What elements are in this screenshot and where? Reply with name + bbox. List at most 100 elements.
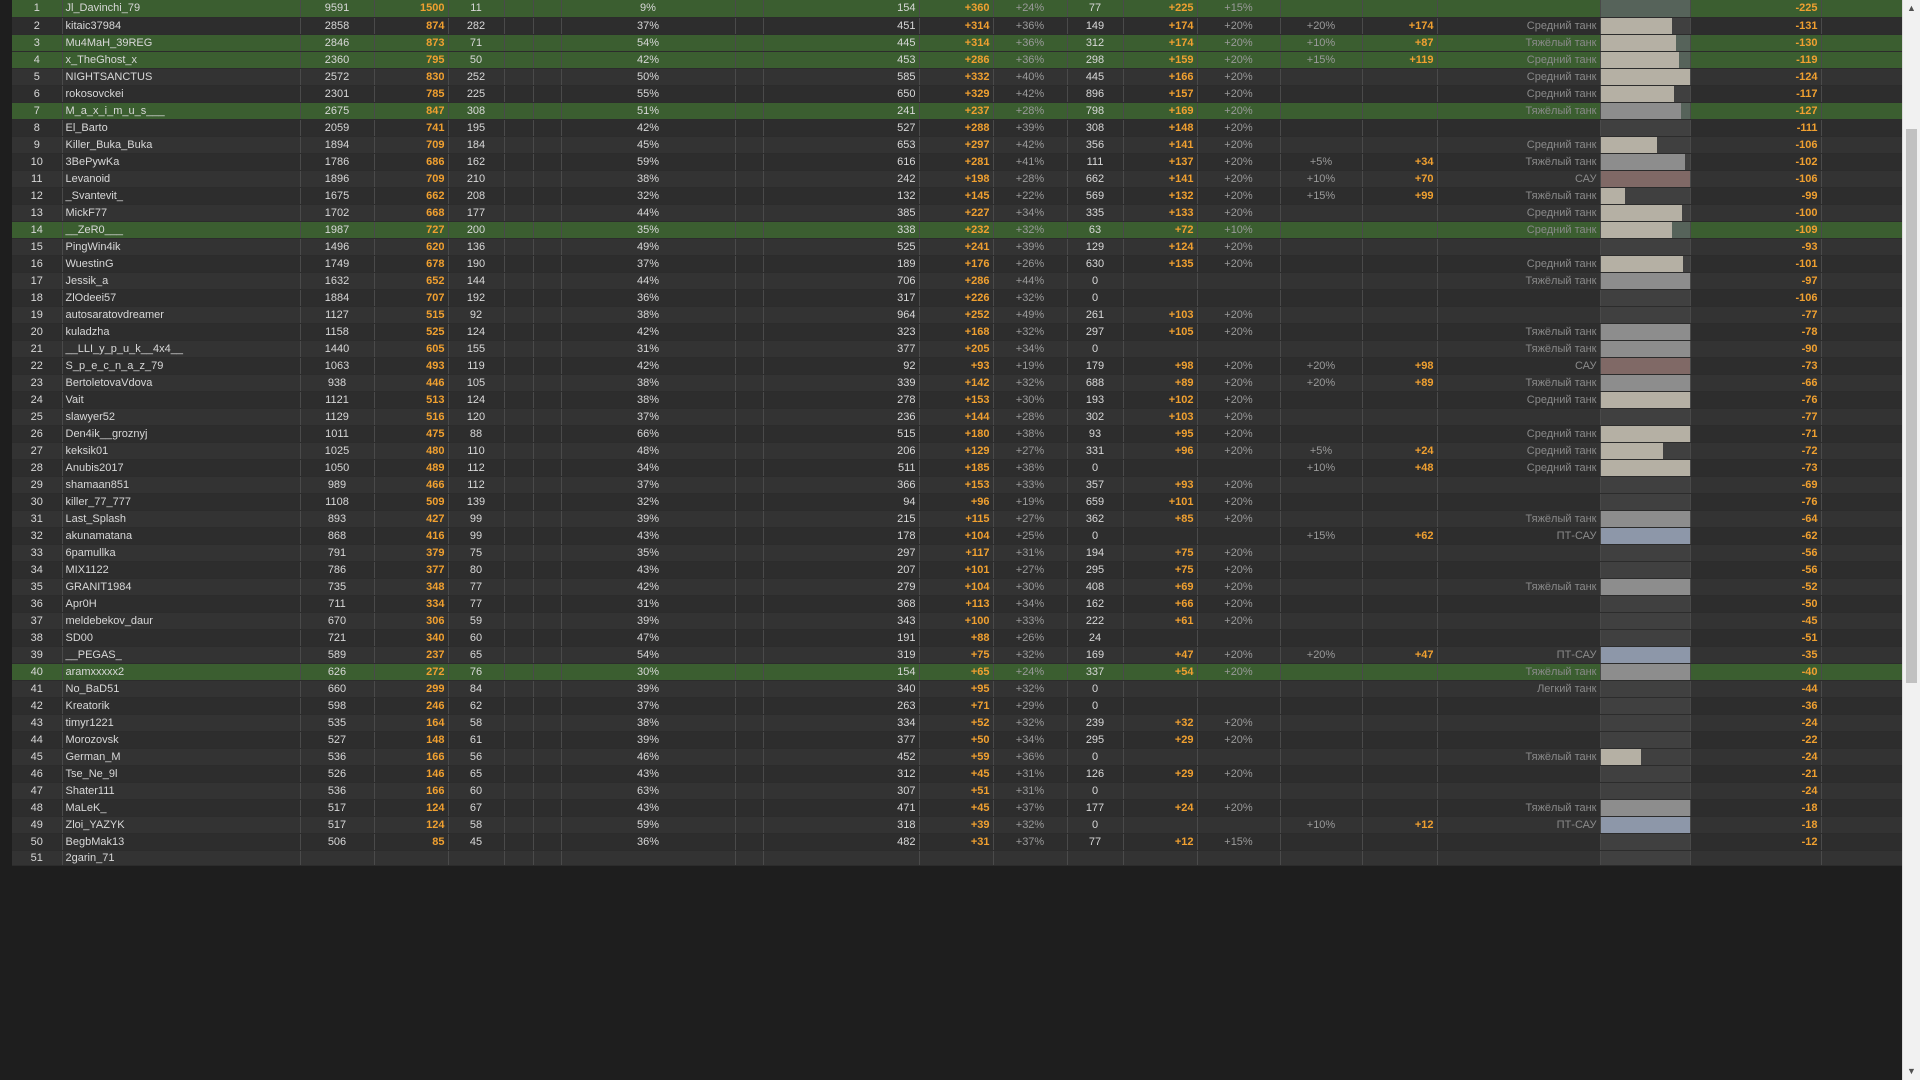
extra-bonus-percent bbox=[1280, 408, 1363, 426]
damage-bonus: +232 bbox=[919, 221, 994, 239]
table-row: 25 slawyer52 1129 516 120 37% 236 +144 +28% 302 +1… bbox=[12, 408, 1920, 426]
empty-cell bbox=[533, 595, 562, 613]
exp-bonus-percent: +20% bbox=[1197, 255, 1281, 273]
vehicle-class: Средний танк bbox=[1437, 51, 1601, 69]
exp-bonus bbox=[1123, 340, 1198, 358]
scroll-thumb[interactable] bbox=[1906, 128, 1917, 684]
damage-bonus-percent: +26% bbox=[993, 629, 1068, 647]
class-bar-fill bbox=[1600, 391, 1689, 407]
extra-bonus-percent bbox=[1280, 561, 1363, 579]
extra-bonus bbox=[1362, 306, 1438, 324]
class-bar-fill bbox=[1600, 799, 1689, 815]
empty-cell bbox=[533, 578, 562, 596]
player-name: MaLeK_ bbox=[62, 799, 301, 817]
scroll-up-arrow-icon[interactable]: ▲ bbox=[1903, 0, 1920, 17]
exp-value: 0 bbox=[1067, 272, 1124, 290]
damage-bonus: +100 bbox=[919, 612, 994, 630]
vehicle-class-bar bbox=[1600, 595, 1691, 613]
exp-value: 337 bbox=[1067, 663, 1124, 681]
row-number: 1 bbox=[12, 0, 63, 18]
vehicle-class-bar bbox=[1600, 34, 1691, 52]
exp-bonus-percent: +20% bbox=[1197, 646, 1281, 664]
damage-value: 334 bbox=[763, 714, 920, 732]
wins-value: 873 bbox=[374, 34, 449, 52]
empty-cell bbox=[533, 289, 562, 307]
percent-value: 46% bbox=[561, 748, 736, 766]
player-name: S_p_e_c_n_a_z_79 bbox=[62, 357, 301, 375]
damage-bonus-percent: +39% bbox=[993, 238, 1068, 256]
damage-bonus-percent: +40% bbox=[993, 68, 1068, 86]
damage-bonus-percent: +33% bbox=[993, 476, 1068, 494]
percent-value: 44% bbox=[561, 204, 736, 222]
exp-bonus-percent: +10% bbox=[1197, 221, 1281, 239]
empty-cell bbox=[533, 187, 562, 205]
battles-value: 527 bbox=[300, 731, 375, 749]
exp-bonus-percent: +20% bbox=[1197, 374, 1281, 392]
empty-cell bbox=[504, 272, 534, 290]
battles-value: 1496 bbox=[300, 238, 375, 256]
class-bar-fill bbox=[1600, 153, 1686, 169]
exp-bonus: +89 bbox=[1123, 374, 1198, 392]
extra-bonus-percent: +10% bbox=[1280, 34, 1363, 52]
empty-cell bbox=[504, 391, 534, 409]
exp-bonus-percent bbox=[1197, 629, 1281, 647]
class-bar-fill bbox=[1600, 442, 1663, 458]
exp-bonus-percent bbox=[1197, 459, 1281, 477]
empty-cell bbox=[735, 442, 764, 460]
damage-bonus: +104 bbox=[919, 578, 994, 596]
percent-value: 36% bbox=[561, 289, 736, 307]
battles-value: 1127 bbox=[300, 306, 375, 324]
wins-value: 427 bbox=[374, 510, 449, 528]
row-number: 4 bbox=[12, 51, 63, 69]
empty-cell bbox=[735, 544, 764, 562]
exp-value: 312 bbox=[1067, 34, 1124, 52]
vehicle-class-bar bbox=[1600, 714, 1691, 732]
damage-value: 366 bbox=[763, 476, 920, 494]
damage-bonus: +286 bbox=[919, 51, 994, 69]
vehicle-class-bar bbox=[1600, 408, 1691, 426]
vehicle-class-bar bbox=[1600, 646, 1691, 664]
table-row: 3 Mu4MaH_39REG 2846 873 71 54% 445 +314 +36% 312 +… bbox=[12, 34, 1920, 52]
penalty-value: -24 bbox=[1690, 782, 1822, 800]
damage-bonus-percent: +27% bbox=[993, 442, 1068, 460]
empty-cell bbox=[533, 221, 562, 239]
table-row: 1 Jl_Davinchi_79 9591 1500 11 9% 154 +360 +24% 77… bbox=[12, 0, 1920, 18]
vehicle-class-bar bbox=[1600, 51, 1691, 69]
empty-cell bbox=[504, 612, 534, 630]
table-row: 40 aramxxxxx2 626 272 76 30% 154 +65 +24% 337 +54 +… bbox=[12, 663, 1920, 681]
battles-value: 2846 bbox=[300, 34, 375, 52]
exp-bonus-percent bbox=[1197, 527, 1281, 545]
vertical-scrollbar[interactable]: ▲ ▼ bbox=[1902, 0, 1920, 1080]
table-row: 9 Killer_Buka_Buka 1894 709 184 45% 653 +297 +42… bbox=[12, 136, 1920, 154]
row-number: 25 bbox=[12, 408, 63, 426]
damage-bonus-percent: +42% bbox=[993, 85, 1068, 103]
class-bar-fill bbox=[1600, 170, 1689, 186]
vehicle-class-bar bbox=[1600, 374, 1691, 392]
row-number: 11 bbox=[12, 170, 63, 188]
percent-value: 30% bbox=[561, 663, 736, 681]
percent-value: 38% bbox=[561, 374, 736, 392]
row-number: 7 bbox=[12, 102, 63, 120]
extra-bonus: +47 bbox=[1362, 646, 1438, 664]
extra-bonus bbox=[1362, 136, 1438, 154]
wins-value: 515 bbox=[374, 306, 449, 324]
vehicle-class-bar bbox=[1600, 765, 1691, 783]
battles-value: 1158 bbox=[300, 323, 375, 341]
empty-cell bbox=[504, 833, 534, 851]
battles-value: 2572 bbox=[300, 68, 375, 86]
frags-value: 282 bbox=[448, 17, 505, 35]
empty-cell bbox=[735, 646, 764, 664]
scroll-down-arrow-icon[interactable]: ▼ bbox=[1903, 1063, 1920, 1080]
frags-value: 99 bbox=[448, 527, 505, 545]
exp-bonus bbox=[1123, 527, 1198, 545]
empty-cell bbox=[533, 799, 562, 817]
extra-bonus-percent bbox=[1280, 289, 1363, 307]
damage-bonus-percent: +29% bbox=[993, 697, 1068, 715]
vehicle-class: ПТ-САУ bbox=[1437, 527, 1601, 545]
damage-value: 445 bbox=[763, 34, 920, 52]
exp-value: 179 bbox=[1067, 357, 1124, 375]
player-name: Morozovsk bbox=[62, 731, 301, 749]
extra-bonus-percent bbox=[1280, 204, 1363, 222]
empty-cell bbox=[533, 374, 562, 392]
class-bar-fill bbox=[1600, 323, 1689, 339]
